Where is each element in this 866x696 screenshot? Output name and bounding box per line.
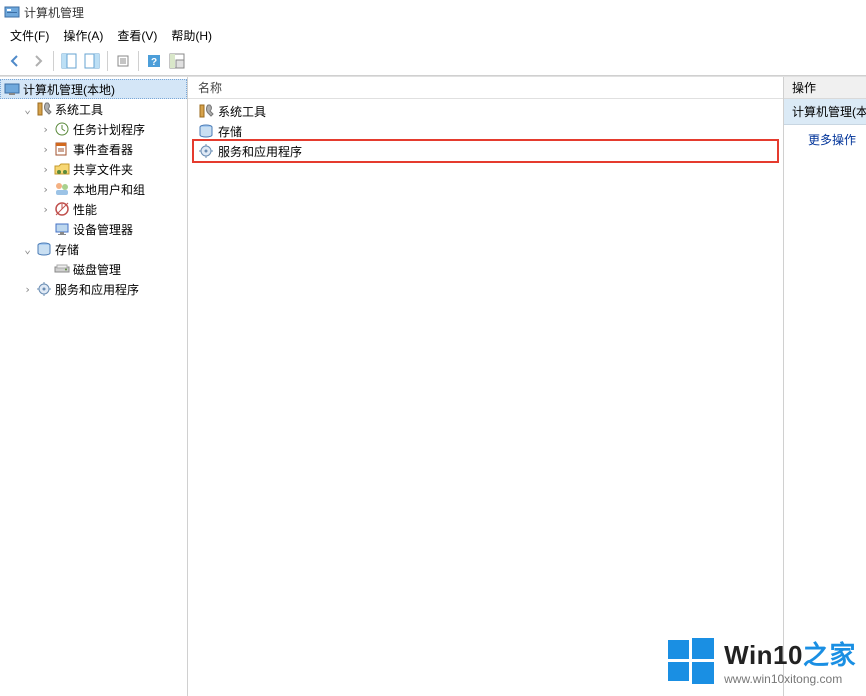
list-column-header-name[interactable]: 名称	[188, 77, 783, 99]
tree-item-storage[interactable]: ⌄ 存储	[18, 239, 187, 259]
expand-toggle[interactable]: ›	[40, 203, 51, 216]
toolbar-properties-button[interactable]	[112, 50, 134, 72]
tree-item-system-tools[interactable]: ⌄ 系统工具	[18, 99, 187, 119]
storage-icon	[198, 123, 214, 139]
actions-more-link[interactable]: 更多操作	[784, 125, 866, 154]
disk-management-icon	[54, 261, 70, 277]
tree-label: 任务计划程序	[73, 121, 145, 138]
actions-section-title: 计算机管理(本地)	[784, 99, 866, 125]
app-icon	[4, 4, 20, 20]
list-item-storage[interactable]: 存储	[194, 121, 777, 141]
menu-bar: 文件(F) 操作(A) 查看(V) 帮助(H)	[0, 24, 866, 46]
tree-root-computer-management[interactable]: 计算机管理(本地)	[0, 79, 187, 99]
toolbar-separator	[107, 51, 108, 71]
tree-item-task-scheduler[interactable]: › 任务计划程序	[36, 119, 187, 139]
tree-label: 设备管理器	[73, 221, 133, 238]
window-title: 计算机管理	[24, 4, 84, 21]
services-apps-icon	[198, 143, 214, 159]
tree-pane: 计算机管理(本地) ⌄ 系统工具	[0, 77, 188, 696]
actions-pane: 操作 计算机管理(本地) 更多操作	[784, 77, 866, 696]
device-manager-icon	[54, 221, 70, 237]
tree-label: 计算机管理(本地)	[23, 81, 115, 98]
tree-label: 系统工具	[55, 101, 103, 118]
menu-action[interactable]: 操作(A)	[57, 25, 109, 46]
tree-label: 存储	[55, 241, 79, 258]
toolbar-separator	[53, 51, 54, 71]
tree-label: 磁盘管理	[73, 261, 121, 278]
services-apps-icon	[36, 281, 52, 297]
tree-label: 共享文件夹	[73, 161, 133, 178]
local-users-icon	[54, 181, 70, 197]
actions-header: 操作	[784, 77, 866, 99]
list-item-label: 系统工具	[218, 103, 266, 120]
toolbar-back-button[interactable]	[4, 50, 26, 72]
menu-help[interactable]: 帮助(H)	[165, 25, 218, 46]
tree-item-event-viewer[interactable]: › 事件查看器	[36, 139, 187, 159]
expand-toggle[interactable]: ›	[22, 283, 33, 296]
svg-text:?: ?	[151, 57, 157, 68]
list-item-services-apps[interactable]: 服务和应用程序	[194, 141, 777, 161]
expand-toggle[interactable]: ›	[40, 123, 51, 136]
menu-view[interactable]: 查看(V)	[111, 25, 163, 46]
toolbar: ?	[0, 46, 866, 76]
list-item-label: 存储	[218, 123, 242, 140]
tree-item-services-apps[interactable]: › 服务和应用程序	[18, 279, 187, 299]
toolbar-separator	[138, 51, 139, 71]
expand-toggle[interactable]: ›	[40, 163, 51, 176]
storage-icon	[36, 241, 52, 257]
expand-toggle[interactable]: ›	[40, 183, 51, 196]
toolbar-extra-button[interactable]	[166, 50, 188, 72]
collapse-toggle[interactable]: ⌄	[22, 103, 33, 116]
title-bar: 计算机管理	[0, 0, 866, 24]
list-body: 系统工具 存储 服务和应用程序	[188, 99, 783, 163]
tree-label: 性能	[73, 201, 97, 218]
menu-file[interactable]: 文件(F)	[4, 25, 55, 46]
tree-item-performance[interactable]: › 性能	[36, 199, 187, 219]
performance-icon	[54, 201, 70, 217]
computer-management-icon	[4, 81, 20, 97]
list-item-label: 服务和应用程序	[218, 143, 302, 160]
workspace: 计算机管理(本地) ⌄ 系统工具	[0, 76, 866, 696]
toolbar-show-hide-tree-button[interactable]	[58, 50, 80, 72]
system-tools-icon	[36, 101, 52, 117]
tree-item-device-manager[interactable]: 设备管理器	[36, 219, 187, 239]
toolbar-help-button[interactable]: ?	[143, 50, 165, 72]
tree-item-local-users[interactable]: › 本地用户和组	[36, 179, 187, 199]
tree-label: 本地用户和组	[73, 181, 145, 198]
expand-toggle[interactable]: ›	[40, 143, 51, 156]
tree-label: 事件查看器	[73, 141, 133, 158]
system-tools-icon	[198, 103, 214, 119]
tree-label: 服务和应用程序	[55, 281, 139, 298]
list-pane: 名称 系统工具 存储 服务和应用程序	[188, 77, 784, 696]
tree-item-disk-management[interactable]: 磁盘管理	[36, 259, 187, 279]
event-viewer-icon	[54, 141, 70, 157]
shared-folders-icon	[54, 161, 70, 177]
list-item-system-tools[interactable]: 系统工具	[194, 101, 777, 121]
toolbar-export-button[interactable]	[81, 50, 103, 72]
toolbar-forward-button[interactable]	[27, 50, 49, 72]
tree-item-shared-folders[interactable]: › 共享文件夹	[36, 159, 187, 179]
collapse-toggle[interactable]: ⌄	[22, 243, 33, 256]
task-scheduler-icon	[54, 121, 70, 137]
